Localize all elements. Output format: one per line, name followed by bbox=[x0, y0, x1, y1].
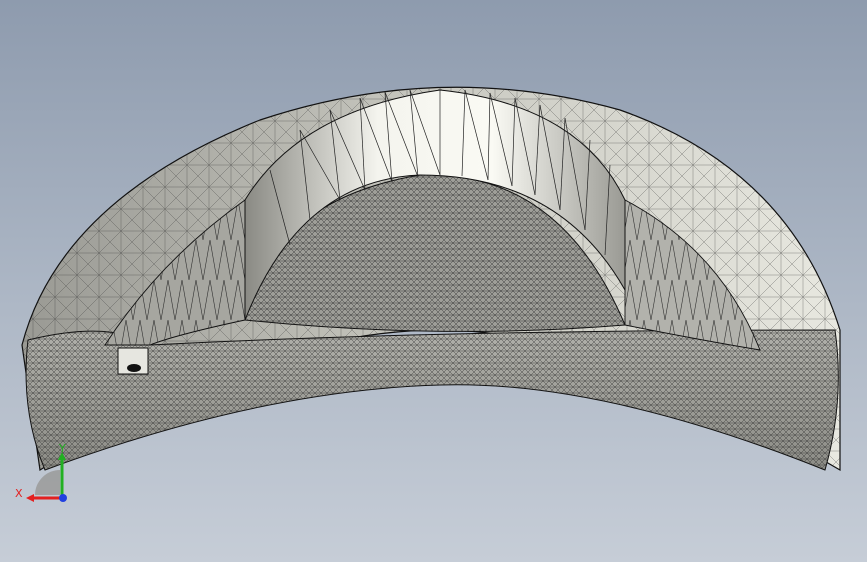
triad-base-icon bbox=[35, 470, 60, 495]
y-axis-label: Y bbox=[58, 442, 66, 455]
x-axis-label: X bbox=[15, 487, 23, 500]
z-axis-dot bbox=[59, 494, 67, 502]
coordinate-triad: X Y bbox=[15, 442, 67, 502]
mesh-model[interactable] bbox=[0, 0, 867, 562]
3d-viewport[interactable]: X Y bbox=[0, 0, 867, 562]
